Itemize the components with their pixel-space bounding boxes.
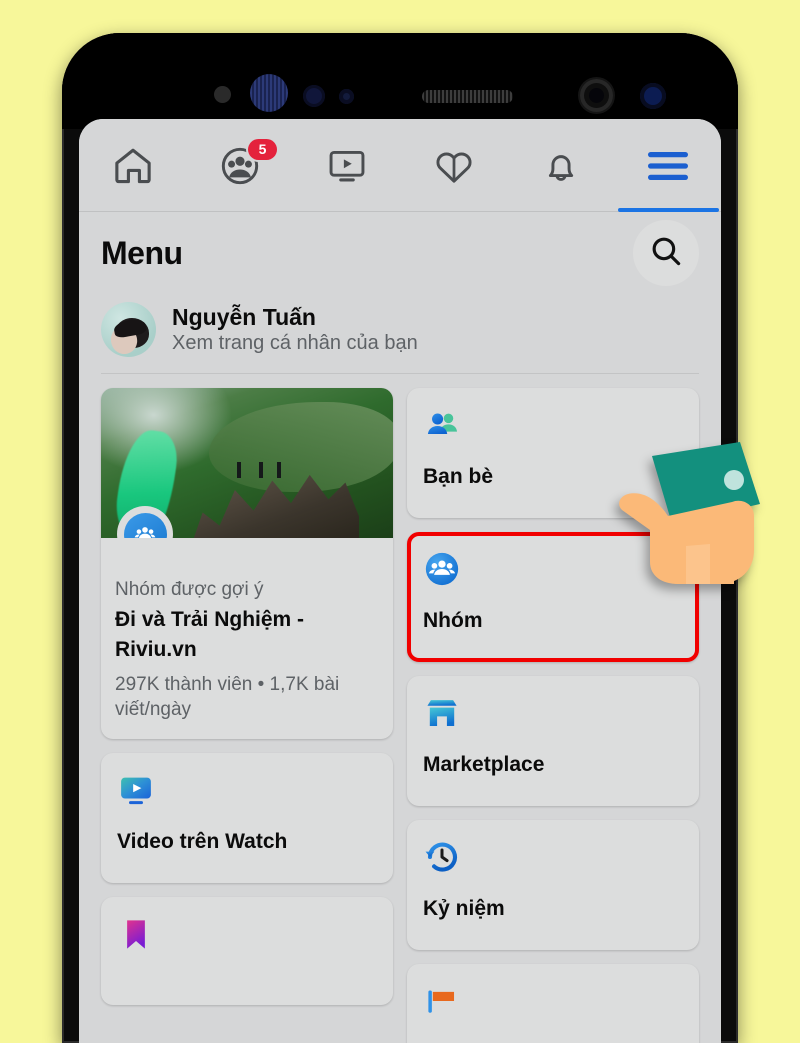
search-button[interactable] bbox=[633, 220, 699, 286]
tile-memories[interactable]: Kỷ niệm bbox=[407, 820, 699, 950]
suggested-group-card[interactable]: Nhóm được gợi ý Đi và Trải Nghiệm - Rivi… bbox=[101, 388, 393, 739]
search-icon bbox=[648, 233, 684, 274]
nav-tab-notifications[interactable] bbox=[507, 119, 614, 212]
avatar[interactable] bbox=[101, 302, 156, 357]
tile-label: Video trên Watch bbox=[117, 829, 288, 853]
group-cover-photo bbox=[101, 388, 393, 538]
tile-pages[interactable] bbox=[407, 964, 699, 1043]
group-meta: 297K thành viên • 1,7K bài viết/ngày bbox=[115, 673, 340, 721]
pointing-hand-cursor bbox=[614, 438, 794, 588]
memories-clock-icon bbox=[423, 842, 461, 880]
tile-label: Kỷ niệm bbox=[423, 897, 505, 920]
iris-scanner-icon bbox=[250, 74, 288, 112]
bell-icon bbox=[539, 144, 583, 188]
page-title: Menu bbox=[101, 234, 183, 271]
proximity-sensor-icon bbox=[214, 86, 231, 103]
light-sensor-icon bbox=[339, 89, 354, 104]
top-navigation-bar: 5 bbox=[79, 119, 721, 212]
marketplace-shop-icon bbox=[423, 700, 461, 736]
menu-header: Menu bbox=[79, 212, 721, 290]
nav-tab-menu[interactable] bbox=[614, 119, 721, 212]
grid-column-left: Nhóm được gợi ý Đi và Trải Nghiệm - Rivi… bbox=[101, 388, 393, 1043]
secondary-camera-icon bbox=[640, 83, 666, 109]
groups-icon bbox=[423, 552, 461, 592]
saved-bookmark-icon bbox=[117, 920, 155, 957]
profile-row[interactable]: Nguyễn Tuấn Xem trang cá nhân của bạn bbox=[79, 290, 721, 373]
tile-label: Nhóm bbox=[423, 609, 483, 632]
profile-name: Nguyễn Tuấn bbox=[172, 303, 316, 330]
group-card-body: Nhóm được gợi ý Đi và Trải Nghiệm - Rivi… bbox=[101, 538, 393, 739]
groups-icon bbox=[123, 512, 167, 538]
tile-label: Marketplace bbox=[423, 753, 545, 776]
nav-tab-friends[interactable]: 5 bbox=[186, 119, 293, 212]
group-eyebrow: Nhóm được gợi ý bbox=[115, 579, 264, 600]
watch-video-icon bbox=[325, 144, 369, 188]
nav-tab-watch[interactable] bbox=[293, 119, 400, 212]
nav-tab-home[interactable] bbox=[79, 119, 186, 212]
tile-marketplace[interactable]: Marketplace bbox=[407, 676, 699, 806]
profile-subtitle: Xem trang cá nhân của bạn bbox=[172, 332, 418, 355]
home-icon bbox=[111, 144, 155, 188]
profile-text: Nguyễn Tuấn Xem trang cá nhân của bạn bbox=[172, 304, 418, 355]
front-camera-icon bbox=[580, 79, 613, 112]
tile-saved[interactable] bbox=[101, 896, 393, 1005]
group-name: Đi và Trải Nghiệm - Riviu.vn bbox=[115, 607, 305, 662]
phone-bezel-top bbox=[62, 33, 738, 129]
nav-active-indicator bbox=[618, 208, 719, 212]
friends-badge-count: 5 bbox=[248, 139, 278, 160]
tile-watch[interactable]: Video trên Watch bbox=[101, 752, 393, 883]
earpiece-speaker-icon bbox=[422, 90, 513, 103]
heart-icon bbox=[432, 144, 476, 188]
pages-flag-icon bbox=[423, 990, 461, 1024]
nav-tab-marketplace[interactable] bbox=[400, 119, 507, 212]
watch-icon bbox=[117, 777, 155, 813]
infrared-sensor-icon bbox=[303, 85, 325, 107]
friends-icon bbox=[423, 413, 461, 448]
hamburger-menu-icon bbox=[644, 148, 692, 184]
